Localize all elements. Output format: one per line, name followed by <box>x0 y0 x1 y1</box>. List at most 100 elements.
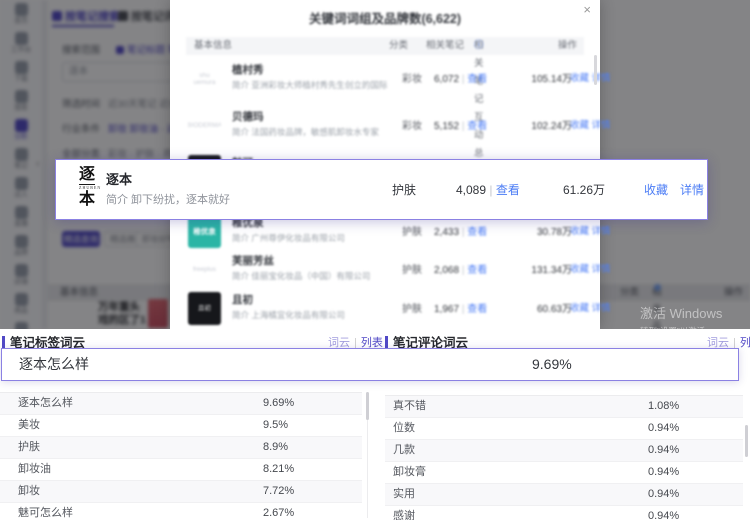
word-list-item[interactable]: 位数 0.94% <box>385 418 743 440</box>
brand-row[interactable]: BIODERMA 贝德玛 简介 法国药妆品牌，敏感肌卸妆水专家 彩妆 5,152… <box>186 104 584 148</box>
word-label: 真不错 <box>393 400 426 412</box>
word-percentage: 2.67% <box>263 503 294 520</box>
word-label: 几款 <box>393 444 415 456</box>
brand-desc: 简介 上海橘宜化妆品有限公司 <box>232 309 345 321</box>
brand-name: 贝德玛 <box>232 109 264 124</box>
brand-logo: shu uemura <box>188 62 221 95</box>
brand-name: 植村秀 <box>232 62 264 77</box>
word-percentage: 8.21% <box>263 459 294 480</box>
interaction-total: 105.14万 <box>526 70 572 85</box>
word-label: 卸妆膏 <box>393 466 426 478</box>
brand-row[interactable]: 且初 且初 简介 上海橘宜化妆品有限公司 护肤 1,967 | 查看 60.63… <box>186 287 584 329</box>
title-bar-icon <box>385 336 388 348</box>
highlighted-word-row[interactable]: 逐本怎么样 9.69% <box>1 348 739 381</box>
left-list-scrollbar[interactable] <box>366 392 369 420</box>
word-percentage: 0.94% <box>648 418 679 439</box>
word-list-item[interactable]: 卸妆 7.72% <box>0 481 362 503</box>
tag-word-list: 逐本怎么样 9.69% 美妆 9.5% 护肤 8.9% 卸妆油 8.21% <box>0 392 362 520</box>
word-label: 逐本怎么样 <box>19 349 89 380</box>
view-link[interactable]: 查看 <box>496 183 520 197</box>
word-label: 魅可怎么样 <box>18 507 73 519</box>
word-percentage: 0.94% <box>648 506 679 520</box>
detail-link[interactable]: 详情 <box>592 226 611 237</box>
close-icon[interactable]: × <box>583 2 591 17</box>
note-count: 2,068 <box>434 265 459 276</box>
brand-desc: 简介 卸下纷扰，逐本就好 <box>106 191 230 207</box>
detail-link[interactable]: 详情 <box>592 120 611 131</box>
word-label: 护肤 <box>18 441 40 453</box>
word-list-item[interactable]: 真不错 1.08% <box>385 396 743 418</box>
word-list-item[interactable]: 护肤 8.9% <box>0 437 362 459</box>
toggle-list[interactable]: 列表 <box>740 337 750 349</box>
modal-scrollbar[interactable] <box>594 55 597 85</box>
brand-category: 护肤 <box>402 223 422 238</box>
word-label: 位数 <box>393 422 415 434</box>
note-count: 6,072 <box>434 74 459 85</box>
bottom-section: 笔记标签词云 词云|列表 笔记评论词云 词云|列表 逐本怎么样 9.69% 美妆… <box>0 329 750 520</box>
interaction-total: 131.34万 <box>526 261 572 276</box>
comment-word-list: 真不错 1.08% 位数 0.94% 几款 0.94% 卸妆膏 0.94% <box>385 395 743 520</box>
view-link[interactable]: 查看 <box>467 304 487 315</box>
word-label: 感谢 <box>393 510 415 520</box>
word-list-item[interactable]: 卸妆油 8.21% <box>0 459 362 481</box>
word-list-item[interactable]: 几款 0.94% <box>385 440 743 462</box>
word-list-item[interactable]: 实用 0.94% <box>385 484 743 506</box>
interaction-total: 60.63万 <box>526 300 572 315</box>
note-count: 2,433 <box>434 227 459 238</box>
word-list-item[interactable]: 感谢 0.94% <box>385 506 743 520</box>
word-list-item[interactable]: 美妆 9.5% <box>0 415 362 437</box>
view-link[interactable]: 查看 <box>467 121 487 132</box>
interaction-total: 61.26万 <box>554 181 614 198</box>
title-bar-icon <box>2 336 5 348</box>
favorite-link[interactable]: 收藏 <box>570 73 589 84</box>
brand-logo: 且初 <box>188 292 221 325</box>
detail-link[interactable]: 详情 <box>592 303 611 314</box>
word-percentage: 8.9% <box>263 437 288 458</box>
detail-link[interactable]: 详情 <box>592 264 611 275</box>
highlighted-brand-row[interactable]: 逐 ZHUBEN 本 逐本 简介 卸下纷扰，逐本就好 护肤 4,089 | 查看… <box>55 159 708 220</box>
right-panel-title: 笔记评论词云 <box>385 332 468 348</box>
interaction-total: 102.24万 <box>526 117 572 132</box>
word-percentage: 0.94% <box>648 484 679 505</box>
windows-watermark: 激活 Windows 转到“设置”以激活 Windows。 <box>640 303 750 329</box>
favorite-link[interactable]: 收藏 <box>570 303 589 314</box>
word-percentage: 9.5% <box>263 415 288 436</box>
detail-link[interactable]: 详情 <box>680 183 704 197</box>
word-label: 卸妆油 <box>18 463 51 475</box>
word-label: 逐本怎么样 <box>18 397 73 409</box>
brand-desc: 简介 法国药妆品牌，敏感肌卸妆水专家 <box>232 126 379 138</box>
brand-category: 护肤 <box>392 181 416 198</box>
note-count: 4,089 <box>456 183 486 197</box>
brand-row[interactable]: shu uemura 植村秀 简介 亚洲彩妆大师植村秀先生创立的国际彩妆品牌 彩… <box>186 57 584 101</box>
word-label: 美妆 <box>18 419 40 431</box>
brand-name: 逐本 <box>106 169 132 188</box>
word-percentage: 0.94% <box>648 462 679 483</box>
brand-desc: 简介 广州尊伊化妆品有限公司 <box>232 232 345 244</box>
interaction-total: 30.78万 <box>526 223 572 238</box>
top-section: 首页 工作台 下载 搜索 <box>0 0 750 329</box>
brand-row[interactable]: freeplus 芙丽芳丝 简介 佳丽宝化妆品（中国）有限公司 护肤 2,068… <box>186 248 584 287</box>
brand-name: 芙丽芳丝 <box>232 253 274 268</box>
screen: 首页 工作台 下载 搜索 <box>0 0 750 520</box>
favorite-link[interactable]: 收藏 <box>570 264 589 275</box>
word-label: 实用 <box>393 488 415 500</box>
favorite-link[interactable]: 收藏 <box>570 120 589 131</box>
brand-logo: BIODERMA <box>188 109 221 142</box>
word-list-item[interactable]: 逐本怎么样 9.69% <box>0 393 362 415</box>
view-link[interactable]: 查看 <box>467 265 487 276</box>
favorite-link[interactable]: 收藏 <box>644 183 668 197</box>
brand-category: 护肤 <box>402 300 422 315</box>
view-link[interactable]: 查看 <box>467 227 487 238</box>
zhuben-logo: 逐 ZHUBEN 本 <box>70 166 104 213</box>
word-percentage: 9.69% <box>263 393 294 414</box>
brand-name: 且初 <box>232 292 253 307</box>
favorite-link[interactable]: 收藏 <box>570 226 589 237</box>
brand-logo: freeplus <box>188 253 221 286</box>
note-count: 1,967 <box>434 304 459 315</box>
word-list-item[interactable]: 魅可怎么样 2.67% <box>0 503 362 520</box>
word-list-item[interactable]: 卸妆膏 0.94% <box>385 462 743 484</box>
view-link[interactable]: 查看 <box>467 74 487 85</box>
brand-category: 彩妆 <box>402 117 422 132</box>
right-list-scrollbar[interactable] <box>745 425 748 457</box>
brand-category: 护肤 <box>402 261 422 276</box>
